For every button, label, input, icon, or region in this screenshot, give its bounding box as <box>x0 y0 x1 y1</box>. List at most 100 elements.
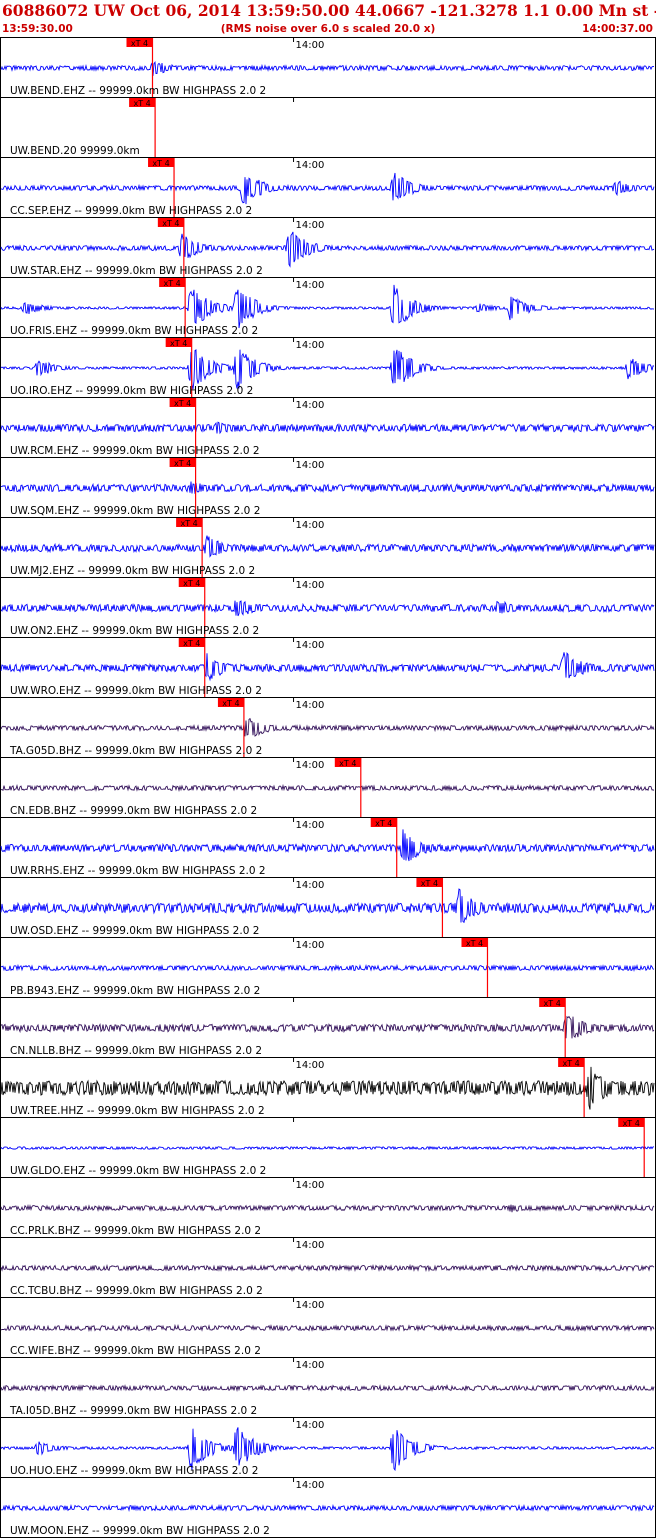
trace-panel: 14:00 xT 4 TA.G05D.BHZ -- 99999.0km BW HIG… <box>0 697 656 758</box>
trace-panel: 14:00 xT 4 UO.FRIS.EHZ -- 99999.0km BW HIG… <box>0 277 656 338</box>
station-label: UW.OSD.EHZ -- 99999.0km BW HIGHPASS 2.0 … <box>10 925 259 937</box>
pick-label: xT 4 <box>133 99 150 108</box>
pick-label: xT 4 <box>222 699 239 708</box>
pick-label: xT 4 <box>162 219 179 228</box>
waveform-trace <box>0 349 655 390</box>
trace-panel: 14:00 CC.WIFE.BHZ -- 99999.0km BW HIGHPAS… <box>0 1297 656 1358</box>
waveform-trace <box>0 1503 655 1513</box>
station-label: TA.G05D.BHZ -- 99999.0km BW HIGHPASS 2.0… <box>9 745 262 757</box>
trace-panel: 14:00 xT 4 UW.BEND.EHZ -- 99999.0km BW HIG… <box>0 37 656 98</box>
pick-label: xT 4 <box>466 939 483 948</box>
trace-panel: 14:00 xT 4 CN.EDB.BHZ -- 99999.0km BW HIGH… <box>0 757 656 818</box>
station-label: CC.PRLK.BHZ -- 99999.0km BW HIGHPASS 2.0… <box>10 1225 261 1237</box>
station-label: PB.B943.EHZ -- 99999.0km BW HIGHPASS 2.0… <box>10 985 260 997</box>
station-label: UW.MJ2.EHZ -- 99999.0km BW HIGHPASS 2.0 … <box>10 565 255 577</box>
trace-panel: 14:00 xT 4 UW.ON2.EHZ -- 99999.0km BW HIGH… <box>0 577 656 638</box>
pick-label: xT 4 <box>421 879 438 888</box>
pick-label: xT 4 <box>174 459 191 468</box>
pick-label: xT 4 <box>339 759 356 768</box>
waveform-trace <box>0 1323 655 1333</box>
waveform-trace <box>0 888 655 924</box>
station-label: CN.NLLB.BHZ -- 99999.0km BW HIGHPASS 2.0… <box>10 1045 262 1057</box>
minute-label: 14:00 <box>296 160 325 171</box>
waveform-trace <box>0 1015 655 1039</box>
station-label: CC.SEP.EHZ -- 99999.0km BW HIGHPASS 2.0 … <box>10 205 252 217</box>
trace-panel: 14:00 xT 4 UW.WRO.EHZ -- 99999.0km BW HIGH… <box>0 637 656 698</box>
pick-label: xT 4 <box>164 279 181 288</box>
event-title: 60886072 UW Oct 06, 2014 13:59:50.00 44.… <box>2 1 656 20</box>
waveform-trace <box>0 172 655 205</box>
trace-panel: 14:00 xT 4 UW.TREE.HHZ -- 99999.0km BW HIG… <box>0 1057 656 1118</box>
pick-label: xT 4 <box>183 639 200 648</box>
station-label: UW.SQM.EHZ -- 99999.0km BW HIGHPASS 2.0 … <box>10 505 260 517</box>
trace-panel: 14:00 xT 4 UO.IRO.EHZ -- 99999.0km BW HIGH… <box>0 337 656 398</box>
station-label: UW.STAR.EHZ -- 99999.0km BW HIGHPASS 2.0… <box>10 265 263 277</box>
pick-label: xT 4 <box>183 579 200 588</box>
station-label: UW.BEND.20 99999.0km <box>10 145 140 157</box>
station-label: TA.I05D.BHZ -- 99999.0km BW HIGHPASS 2.0… <box>9 1405 257 1417</box>
waveform-trace <box>1 481 655 494</box>
minute-label: 14:00 <box>296 520 325 531</box>
station-label: UO.FRIS.EHZ -- 99999.0km BW HIGHPASS 2.0… <box>10 325 258 337</box>
minute-label: 14:00 <box>296 460 325 471</box>
pick-label: xT 4 <box>544 999 561 1008</box>
trace-panel: 14:00 xT 4 UW.OSD.EHZ -- 99999.0km BW HIGH… <box>0 877 656 938</box>
waveform-trace <box>0 717 655 737</box>
seismogram-plot: 60886072 UW Oct 06, 2014 13:59:50.00 44.… <box>0 0 656 1538</box>
waveform-trace <box>0 963 655 972</box>
pick-label: xT 4 <box>375 819 392 828</box>
trace-panel: 14:00 CC.TCBU.BHZ -- 99999.0km BW HIGHPAS… <box>0 1237 656 1298</box>
minute-label: 14:00 <box>296 1480 325 1491</box>
station-label: UW.RRHS.EHZ -- 99999.0km BW HIGHPASS 2.0… <box>10 865 266 877</box>
waveform-trace <box>0 1383 655 1393</box>
minute-label: 14:00 <box>296 760 325 771</box>
trace-panel: 14:00 UW.MOON.EHZ -- 99999.0km BW HIGHPAS… <box>0 1477 656 1538</box>
trace-panel: 14:00 xT 4 UW.SQM.EHZ -- 99999.0km BW HIGH… <box>0 457 656 518</box>
station-label: UW.MOON.EHZ -- 99999.0km BW HIGHPASS 2.0… <box>10 1525 270 1537</box>
minute-label: 14:00 <box>296 820 325 831</box>
waveform-trace <box>0 284 655 329</box>
minute-label: 14:00 <box>296 1180 325 1191</box>
minute-label: 14:00 <box>296 1240 325 1251</box>
minute-label: 14:00 <box>296 340 325 351</box>
minute-label: 14:00 <box>296 1060 325 1071</box>
window-start-time: 13:59:30.00 <box>2 23 73 35</box>
station-label: UW.RCM.EHZ -- 99999.0km BW HIGHPASS 2.0 … <box>10 445 260 457</box>
station-label: UW.GLDO.EHZ -- 99999.0km BW HIGHPASS 2.0… <box>10 1165 266 1177</box>
waveform-trace <box>0 829 655 862</box>
waveform-trace <box>0 1066 655 1110</box>
trace-panel: 14:00 xT 4 CC.SEP.EHZ -- 99999.0km BW HIGH… <box>0 157 656 218</box>
waveform-trace <box>0 535 655 558</box>
pick-label: xT 4 <box>562 1059 579 1068</box>
waveform-trace <box>0 1145 655 1151</box>
minute-label: 14:00 <box>296 1300 325 1311</box>
seismogram-chart: 60886072 UW Oct 06, 2014 13:59:50.00 44.… <box>0 1 656 1538</box>
trace-panel: xT 4 UW.BEND.20 99999.0km <box>0 97 656 158</box>
pick-label: xT 4 <box>174 399 191 408</box>
minute-label: 14:00 <box>296 1420 325 1431</box>
trace-panel: 14:00 CC.PRLK.BHZ -- 99999.0km BW HIGHPAS… <box>0 1177 656 1238</box>
minute-label: 14:00 <box>296 1360 325 1371</box>
minute-label: 14:00 <box>296 940 325 951</box>
trace-panel: 14:00 UO.HUO.EHZ -- 99999.0km BW HIGHPASS… <box>0 1417 656 1478</box>
minute-label: 14:00 <box>296 220 325 231</box>
minute-label: 14:00 <box>296 700 325 711</box>
station-label: CN.EDB.BHZ -- 99999.0km BW HIGHPASS 2.0 … <box>10 805 257 817</box>
trace-panel: 14:00 xT 4 UW.MJ2.EHZ -- 99999.0km BW HIGH… <box>0 517 656 578</box>
station-label: CC.WIFE.BHZ -- 99999.0km BW HIGHPASS 2.0… <box>10 1345 261 1357</box>
trace-panel: 14:00 xT 4 PB.B943.EHZ -- 99999.0km BW HIG… <box>0 937 656 998</box>
minute-label: 14:00 <box>296 880 325 891</box>
station-label: UW.WRO.EHZ -- 99999.0km BW HIGHPASS 2.0 … <box>10 685 262 697</box>
waveform-trace <box>0 1203 655 1213</box>
pick-label: xT 4 <box>170 339 187 348</box>
pick-label: xT 4 <box>623 1119 640 1128</box>
station-label: UW.TREE.HHZ -- 99999.0km BW HIGHPASS 2.0… <box>10 1105 265 1117</box>
waveform-trace <box>0 421 655 435</box>
minute-label: 14:00 <box>296 400 325 411</box>
rms-scale-note: (RMS noise over 6.0 s scaled 20.0 x) <box>221 23 436 35</box>
waveform-trace <box>0 1263 655 1273</box>
station-label: UO.IRO.EHZ -- 99999.0km BW HIGHPASS 2.0 … <box>10 385 253 397</box>
trace-panel: xT 4 UW.GLDO.EHZ -- 99999.0km BW HIGHPASS… <box>0 1117 656 1178</box>
window-end-time: 14:00:37.00 <box>582 23 653 35</box>
station-label: CC.TCBU.BHZ -- 99999.0km BW HIGHPASS 2.0… <box>10 1285 263 1297</box>
